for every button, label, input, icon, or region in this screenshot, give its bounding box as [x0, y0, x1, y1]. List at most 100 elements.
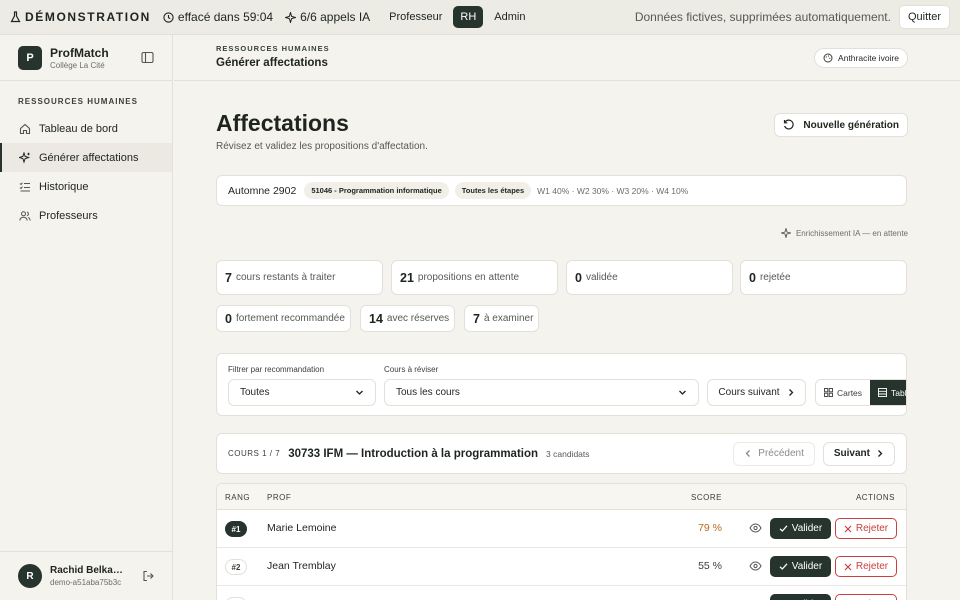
- recommendation-filter-label: Filtrer par recommandation: [228, 365, 325, 374]
- refresh-icon: [784, 119, 795, 130]
- main-header: RESSOURCES HUMAINES Générer affectations…: [174, 35, 960, 81]
- course-filter-label: Cours à réviser: [384, 365, 439, 374]
- view-table-button[interactable]: Tableau: [870, 380, 907, 405]
- home-icon: [18, 122, 32, 136]
- demo-label-text: DÉMONSTRATION: [25, 10, 151, 24]
- column-header-prof: PROF: [267, 492, 292, 502]
- stat-label: validée: [585, 272, 618, 283]
- list-check-icon: [18, 180, 32, 194]
- reject-button[interactable]: Rejeter: [835, 556, 897, 577]
- eye-icon[interactable]: [749, 560, 762, 572]
- stat-with-reserves: 14 avec réserves: [360, 305, 455, 332]
- stat-courses-remaining: 7 cours restants à traiter: [216, 260, 383, 295]
- stat-number: 0: [225, 311, 232, 326]
- rank-badge: #2: [225, 559, 247, 575]
- reject-label: Rejeter: [855, 523, 889, 534]
- sidebar-item-label: Historique: [39, 180, 89, 193]
- avatar: R: [18, 564, 42, 588]
- course-value: Tous les cours: [396, 387, 460, 398]
- program-pill: 51046 - Programmation informatique: [304, 182, 449, 199]
- sidebar-item-dashboard[interactable]: Tableau de bord: [0, 114, 172, 143]
- next-button[interactable]: Suivant: [822, 441, 895, 466]
- ai-calls-text: 6/6 appels IA: [300, 10, 371, 24]
- role-rh-button[interactable]: RH: [453, 6, 484, 28]
- sidebar-collapse-icon[interactable]: [141, 51, 154, 64]
- chevron-down-icon: [679, 390, 686, 395]
- view-cards-label: Cartes: [837, 387, 863, 398]
- new-generation-button[interactable]: Nouvelle génération: [774, 113, 908, 137]
- theme-switch-button[interactable]: Anthracite ivoire: [814, 48, 908, 68]
- stat-number: 7: [473, 311, 480, 326]
- stat-number: 0: [575, 270, 582, 285]
- grid-icon: [824, 388, 833, 397]
- sidebar-item-generate[interactable]: Générer affectations: [0, 143, 172, 172]
- demo-banner: DÉMONSTRATION effacé dans 59:04 6/6 appe…: [0, 0, 960, 35]
- validate-button[interactable]: Valider: [770, 518, 831, 539]
- recommendation-select[interactable]: Toutes: [228, 379, 376, 406]
- course-select[interactable]: Tous les cours: [384, 379, 699, 406]
- header-title: Générer affectations: [216, 57, 328, 69]
- check-icon: [779, 525, 788, 532]
- stat-label: cours restants à traiter: [235, 272, 336, 283]
- stat-number: 7: [225, 270, 232, 285]
- sidebar-item-professors[interactable]: Professeurs: [0, 201, 172, 230]
- validate-button[interactable]: Valider: [770, 594, 831, 600]
- next-course-label: Cours suivant: [718, 387, 780, 398]
- new-generation-label: Nouvelle génération: [803, 119, 899, 131]
- rank-badge: #1: [225, 521, 247, 537]
- score-value: 55 %: [698, 560, 722, 572]
- candidates-table: RANG PROF SCORE ACTIONS #1 Marie Lemoine…: [216, 483, 907, 600]
- stat-rejected: 0 rejetée: [740, 260, 907, 295]
- session-name: Automne 2902: [228, 184, 297, 197]
- stat-validated: 0 validée: [566, 260, 733, 295]
- reject-button[interactable]: Rejeter: [835, 594, 897, 600]
- stat-pending-proposals: 21 propositions en attente: [391, 260, 558, 295]
- demo-notice: Données fictives, supprimées automatique…: [634, 10, 891, 24]
- eye-icon[interactable]: [749, 522, 762, 534]
- ai-enrichment-status: Enrichissement IA — en attente: [780, 228, 908, 238]
- stat-label: à examiner: [483, 313, 534, 324]
- sidebar-item-label: Professeurs: [39, 209, 98, 222]
- user-profile: R Rachid Belkacem demo-a51aba75b3c: [0, 551, 172, 600]
- sidebar: P ProfMatch Collège La Cité RESSOURCES H…: [0, 35, 173, 600]
- prof-name: Marie Lemoine: [267, 522, 337, 534]
- page-subtitle: Révisez et validez les propositions d'af…: [216, 141, 428, 152]
- stat-label: avec réserves: [386, 313, 450, 324]
- ai-status-text: Enrichissement IA — en attente: [795, 228, 908, 238]
- next-course-button[interactable]: Cours suivant: [707, 379, 806, 406]
- validate-label: Valider: [791, 561, 823, 572]
- course-title: 30733 IFM — Introduction à la programmat…: [288, 447, 539, 460]
- score-value: 79 %: [698, 522, 722, 534]
- validate-button[interactable]: Valider: [770, 556, 831, 577]
- sparkle-icon: [18, 151, 32, 165]
- sidebar-item-history[interactable]: Historique: [0, 172, 172, 201]
- stat-strongly-recommended: 0 fortement recommandée: [216, 305, 351, 332]
- chevron-right-icon: [788, 389, 793, 396]
- page-title: Affectations: [216, 110, 349, 136]
- role-admin-button[interactable]: Admin: [487, 6, 532, 28]
- breadcrumb: RESSOURCES HUMAINES: [216, 44, 330, 53]
- sidebar-item-label: Générer affectations: [39, 151, 139, 164]
- view-table-label: Tableau: [891, 387, 907, 398]
- brand: P ProfMatch Collège La Cité: [0, 35, 172, 81]
- table-row: #1 Marie Lemoine 79 % Valider Rejeter: [217, 510, 906, 548]
- role-professeur-button[interactable]: Professeur: [382, 6, 449, 28]
- demo-label: DÉMONSTRATION: [10, 10, 151, 24]
- reject-label: Rejeter: [855, 561, 889, 572]
- view-cards-button[interactable]: Cartes: [816, 380, 870, 405]
- logout-icon[interactable]: [142, 570, 154, 582]
- timer-text: effacé dans 59:04: [177, 10, 274, 24]
- close-icon: [844, 563, 852, 570]
- chevron-down-icon: [356, 390, 363, 395]
- reject-button[interactable]: Rejeter: [835, 518, 897, 539]
- stat-number: 0: [749, 270, 756, 285]
- table-row: #2 Jean Tremblay 55 % Valider Rejeter: [217, 548, 906, 586]
- chevron-left-icon: [745, 450, 751, 457]
- sparkle-icon: [780, 228, 791, 238]
- quit-button[interactable]: Quitter: [898, 5, 950, 29]
- flask-icon: [10, 11, 21, 23]
- users-icon: [18, 209, 32, 223]
- session-timer: effacé dans 59:04: [163, 10, 273, 24]
- table-row: #3 Valider Rejeter: [217, 586, 906, 600]
- previous-button[interactable]: Précédent: [733, 441, 815, 466]
